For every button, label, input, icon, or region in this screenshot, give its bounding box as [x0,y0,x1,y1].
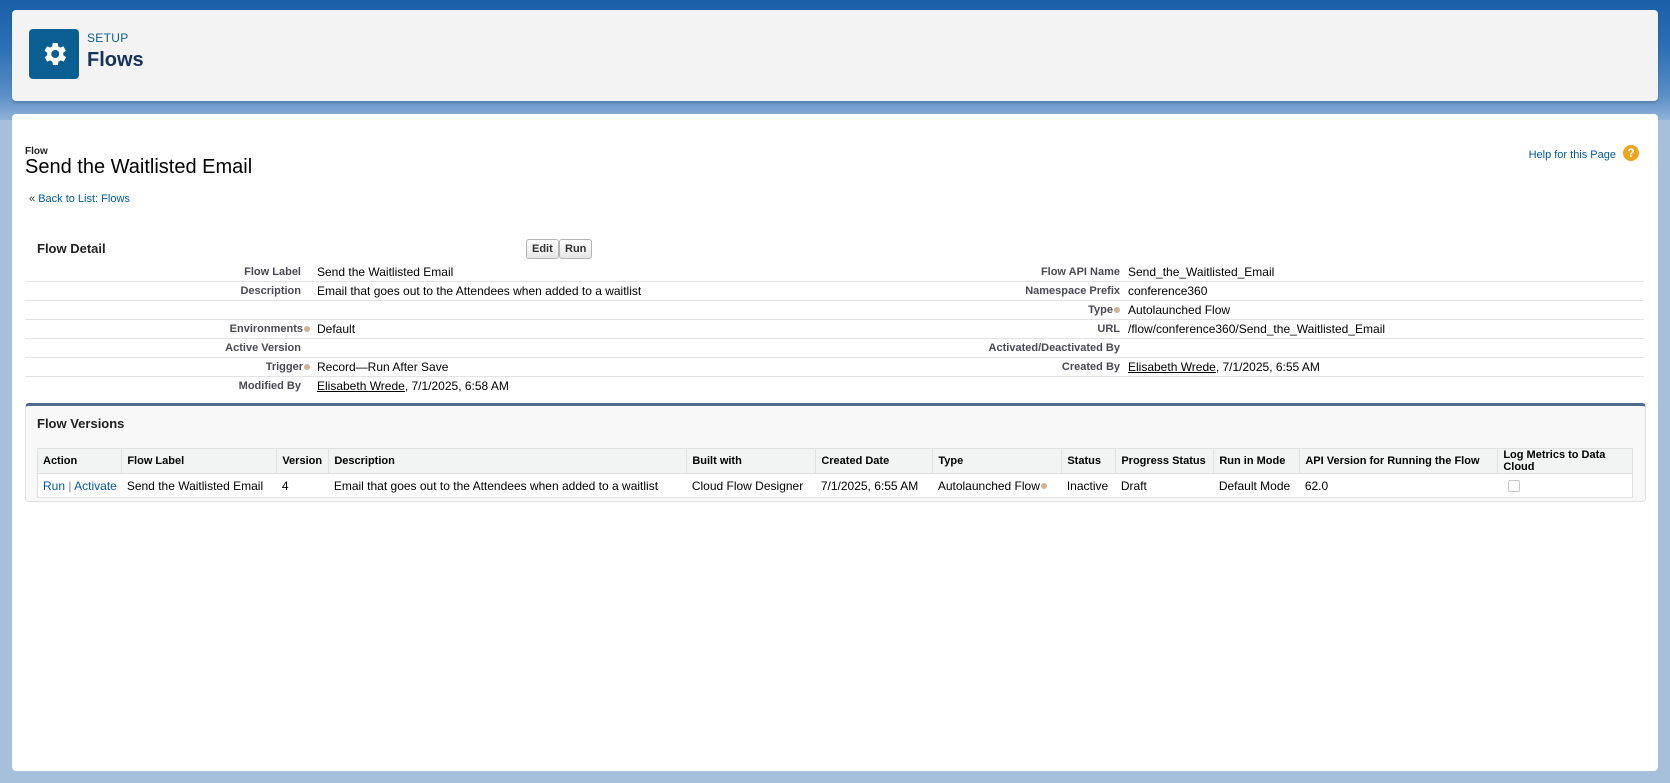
gear-icon [29,29,79,79]
table-header-row: Action Flow Label Version Description Bu… [37,448,1633,474]
namespace-prefix-value: conference360 [1128,284,1208,298]
type-value: Autolaunched Flow [1128,303,1231,317]
detail-row-7: Modified By Elisabeth Wrede, 7/1/2025, 6… [25,377,1644,395]
flow-api-name-label: Flow API Name [1040,266,1120,278]
description-label: Description [240,285,301,297]
environments-label: Environments [229,323,303,335]
detail-row-4: Environments Default URL /flow/conferenc… [25,320,1644,339]
flow-detail-title: Flow Detail [37,241,106,256]
url-value: /flow/conference360/Send_the_Waitlisted_… [1128,322,1386,336]
info-icon[interactable] [304,364,310,371]
activated-by-label: Activated/Deactivated By [988,342,1120,354]
edit-button[interactable]: Edit [526,239,559,259]
back-to-list-link[interactable]: « Back to List: Flows [29,193,130,205]
log-metrics-checkbox [1507,480,1520,493]
modified-by-date: , 7/1/2025, 6:58 AM [404,379,509,393]
table-row: Run | Activate Send the Waitlisted Email… [38,474,1633,498]
flow-label-value: Send the Waitlisted Email [317,265,454,279]
info-icon[interactable] [1114,307,1120,314]
detail-row-3: Type Autolaunched Flow [25,301,1644,320]
back-link-label[interactable]: Back to List: Flows [38,193,130,205]
built-with-cell: Cloud Flow Designer [691,478,804,493]
column-header: Type [932,448,1063,474]
environments-value: Default [317,322,356,336]
description-cell: Email that goes out to the Attendees whe… [333,478,659,493]
environments-label-wrap: Environments [230,323,310,335]
type-label-wrap: Type [1088,304,1120,316]
back-link-prefix: « [29,193,39,205]
url-label: URL [1097,323,1120,335]
flow-versions-title: Flow Versions [37,416,125,431]
page-title: Send the Waitlisted Email [25,156,253,178]
detail-row-1: Flow Label Send the Waitlisted Email Flo… [25,263,1644,282]
created-date-cell: 7/1/2025, 6:55 AM [820,478,919,493]
modified-by-value: Elisabeth Wrede, 7/1/2025, 6:58 AM [317,379,509,393]
action-cell: Run | Activate [38,474,122,498]
trigger-value: Record—Run After Save [317,360,449,374]
flow-api-name-value: Send_the_Waitlisted_Email [1128,265,1275,279]
log-metrics-cell [1498,474,1633,498]
flow-label-label: Flow Label [244,266,301,278]
flow-versions-table: Action Flow Label Version Description Bu… [37,448,1633,498]
detail-row-2: Description Email that goes out to the A… [25,282,1644,301]
type-label: Type [1088,304,1113,316]
created-by-value: Elisabeth Wrede, 7/1/2025, 6:55 AM [1128,360,1320,374]
setup-title: Flows [87,49,144,71]
help-link[interactable]: Help for this Page [1529,149,1616,161]
run-in-mode-cell: Default Mode [1218,478,1291,493]
column-header: Built with [686,448,817,474]
detail-row-5: Active Version Activated/Deactivated By [25,339,1644,358]
info-icon[interactable] [304,326,310,333]
created-by-label: Created By [1061,361,1120,373]
trigger-label-wrap: Trigger [266,361,310,373]
flow-label-cell: Send the Waitlisted Email [126,478,264,493]
action-separator: | [65,478,75,493]
detail-row-6: Trigger Record—Run After Save Created By… [25,358,1644,377]
type-cell-value: Autolaunched Flow [937,478,1040,493]
help-icon[interactable]: ? [1623,145,1639,161]
column-header: Description [328,448,688,474]
trigger-label: Trigger [265,361,303,373]
setup-eyebrow: SETUP [87,31,129,45]
column-header: Status [1061,448,1117,474]
column-header: API Version for Running the Flow [1299,448,1499,474]
modified-by-user-link[interactable]: Elisabeth Wrede [317,379,405,393]
column-header: Action [37,448,123,474]
flow-versions-section: Flow Versions Action Flow Label Version … [25,403,1646,502]
created-by-date: , 7/1/2025, 6:55 AM [1215,360,1320,374]
active-version-label: Active Version [225,342,301,354]
column-header: Flow Label [121,448,278,474]
created-by-user-link[interactable]: Elisabeth Wrede [1128,360,1216,374]
version-cell: 4 [281,478,289,493]
column-header: Run in Mode [1213,448,1301,474]
info-icon[interactable] [1040,483,1047,490]
column-header: Version [276,448,330,474]
api-version-cell: 62.0 [1304,478,1329,493]
namespace-prefix-label: Namespace Prefix [1025,285,1120,297]
main-content: Flow Send the Waitlisted Email Help for … [12,114,1658,771]
status-cell: Inactive [1066,478,1109,493]
description-value: Email that goes out to the Attendees whe… [317,284,642,298]
column-header: Progress Status [1115,448,1215,474]
activate-version-link[interactable]: Activate [74,479,117,493]
column-header: Log Metrics to Data Cloud [1497,448,1633,474]
setup-header: SETUP Flows [12,10,1658,101]
progress-status-cell: Draft [1120,478,1147,493]
run-version-link[interactable]: Run [43,479,65,493]
column-header: Created Date [815,448,934,474]
modified-by-label: Modified By [238,380,301,392]
run-button[interactable]: Run [559,239,593,259]
type-cell: Autolaunched Flow [933,474,1062,498]
